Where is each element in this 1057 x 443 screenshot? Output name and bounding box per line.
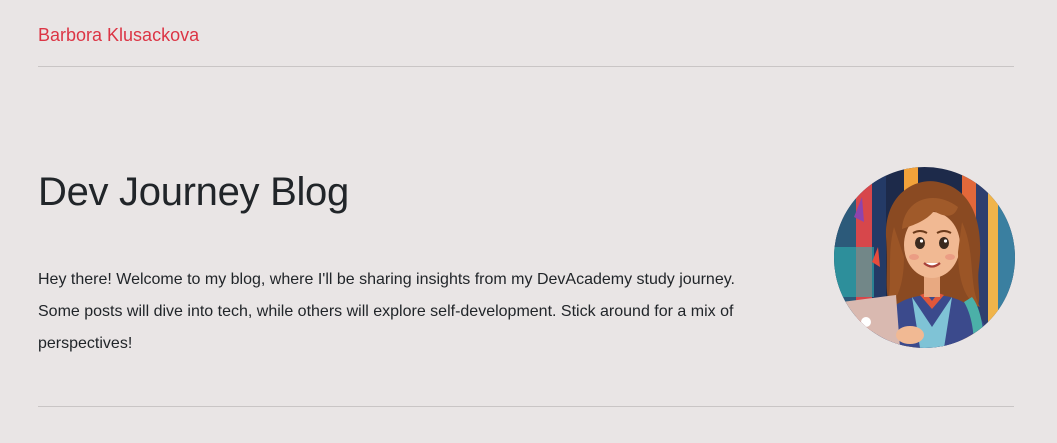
page-title: Dev Journey Blog [38, 170, 349, 214]
avatar [834, 167, 1015, 348]
intro-paragraph: Hey there! Welcome to my blog, where I'l… [38, 271, 735, 352]
brand-link[interactable]: Barbora Klusackova [38, 24, 199, 46]
section-divider [38, 406, 1014, 407]
site-header: Barbora Klusackova [38, 0, 1014, 67]
avatar-illustration-icon [834, 167, 1015, 348]
